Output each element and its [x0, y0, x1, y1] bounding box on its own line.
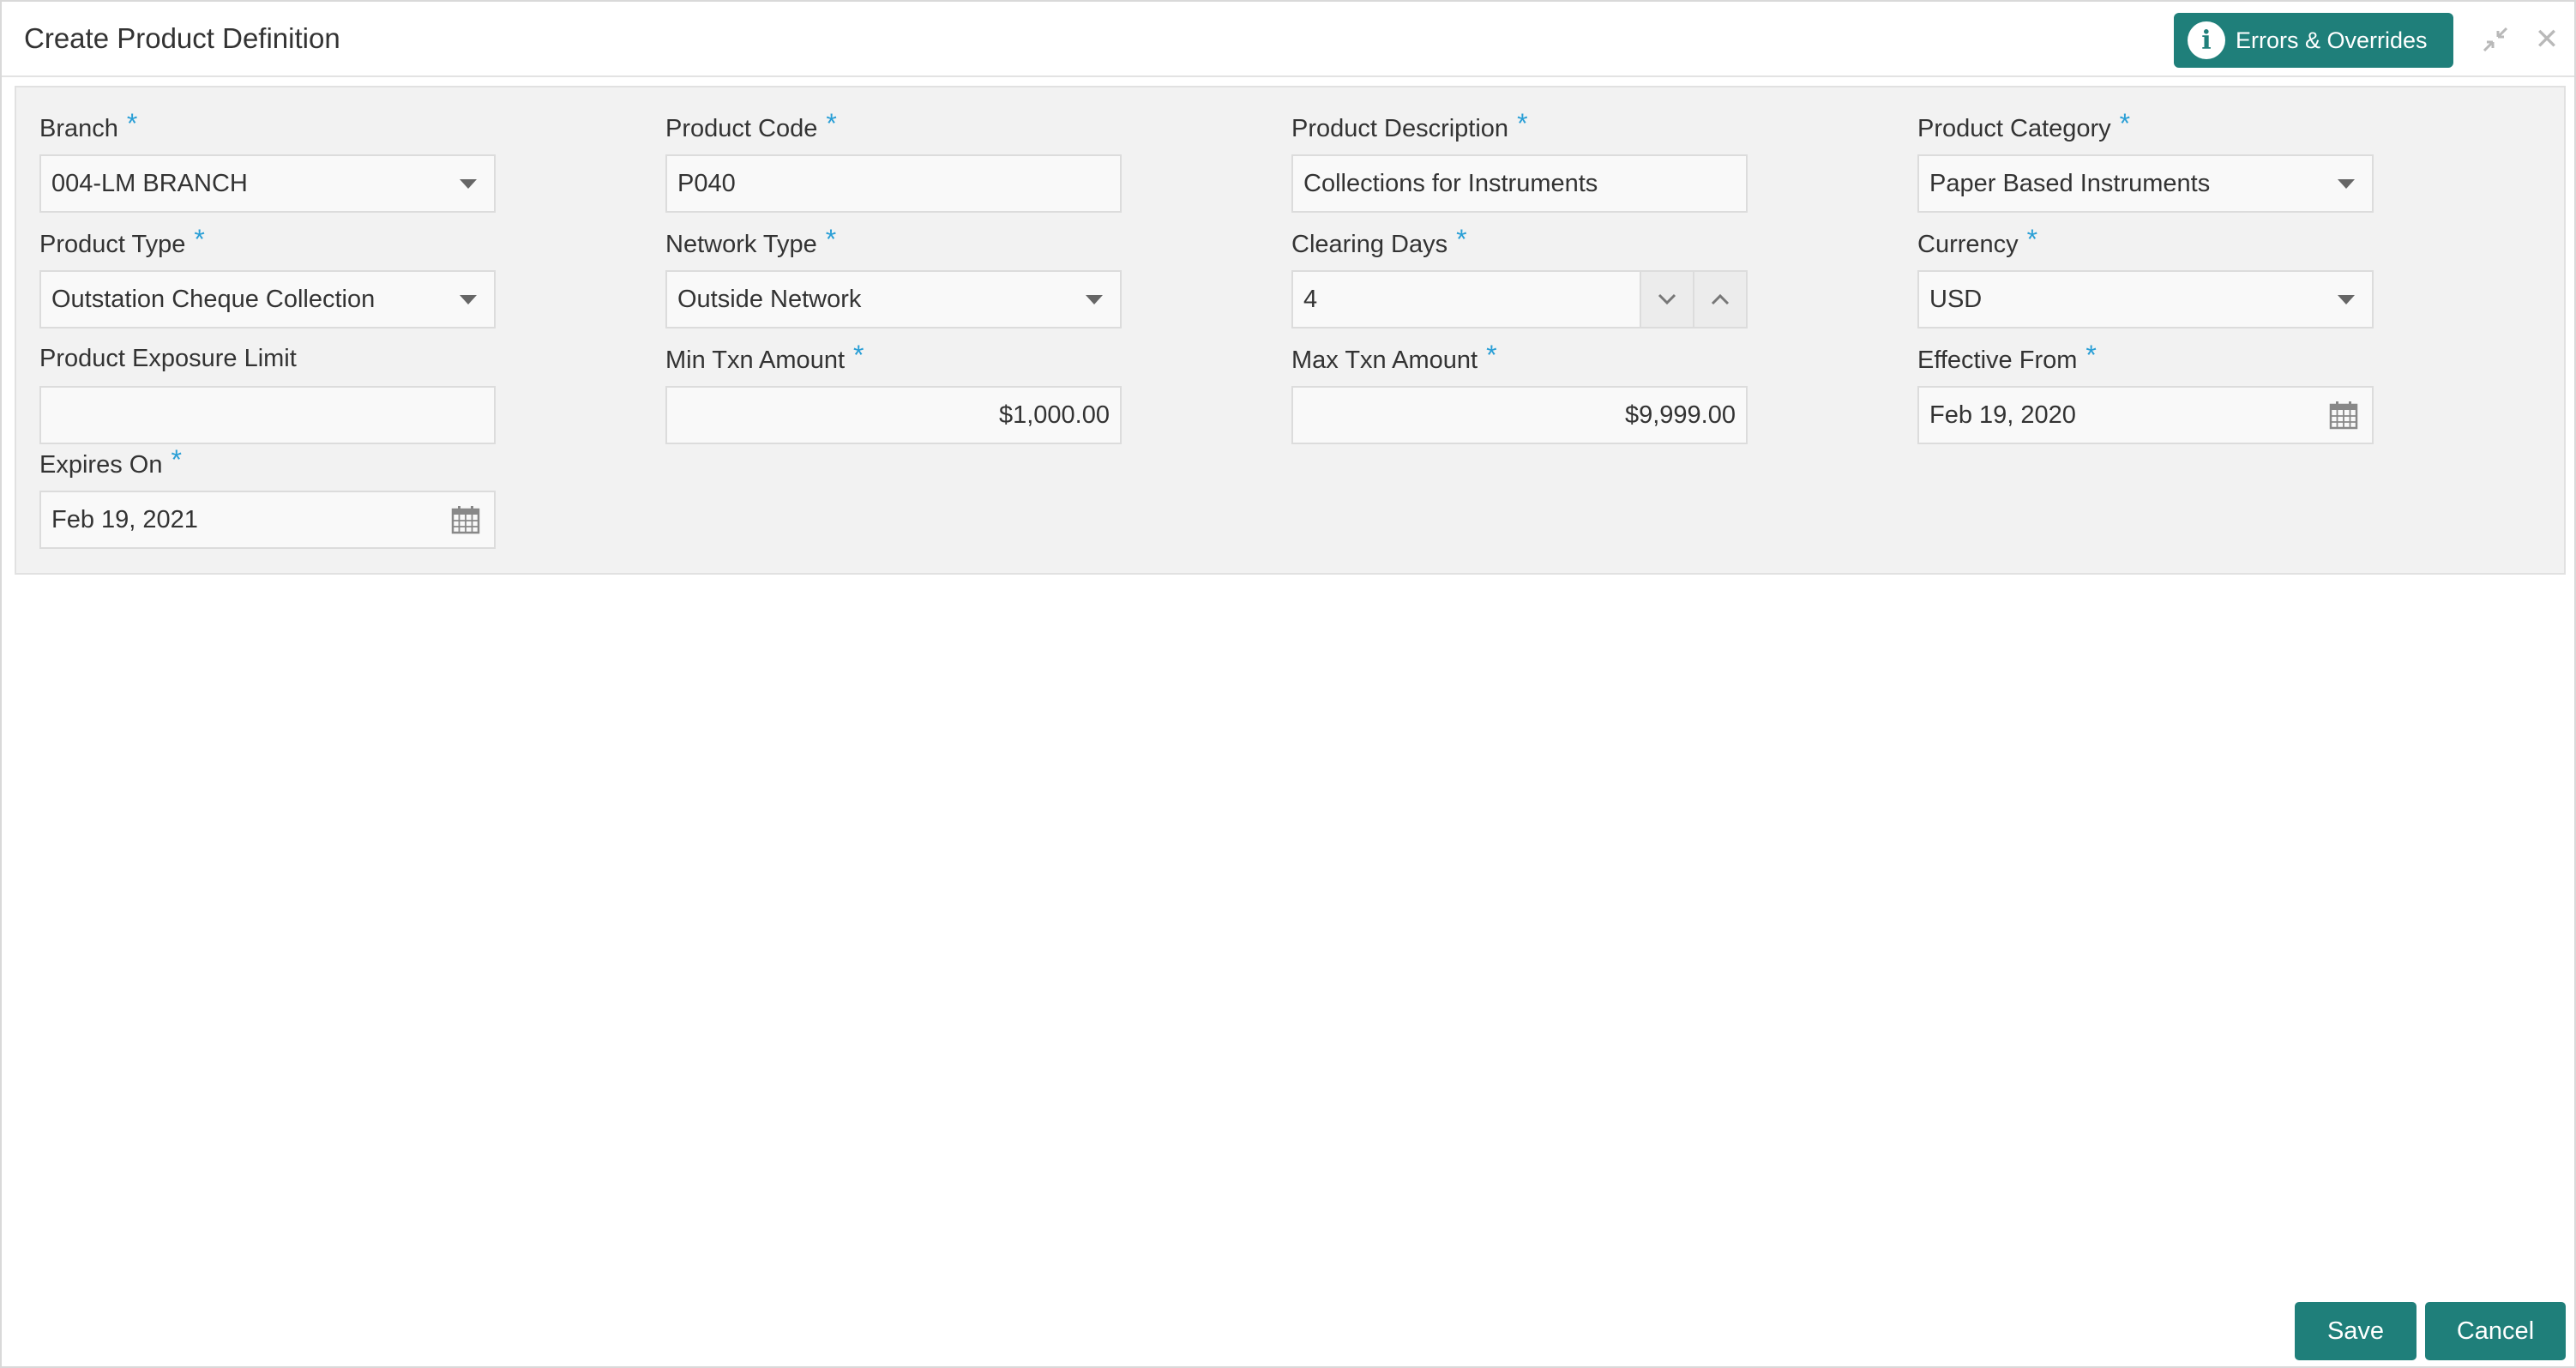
clearing-days-field: Clearing Days * 4	[1291, 224, 1748, 328]
max-txn-amount-value: $9,999.00	[1624, 401, 1736, 429]
product-exposure-limit-input[interactable]	[39, 386, 496, 444]
product-code-value: P040	[677, 169, 736, 197]
product-category-label: Product Category	[1917, 115, 2111, 142]
currency-label: Currency	[1917, 231, 2019, 258]
network-type-field: Network Type * Outside Network	[665, 224, 1122, 328]
save-button[interactable]: Save	[2295, 1302, 2417, 1360]
expires-on-field: Expires On * Feb 19, 2021	[39, 444, 496, 549]
errors-overrides-label: Errors & Overrides	[2236, 27, 2428, 53]
calendar-icon[interactable]	[451, 505, 480, 534]
product-exposure-limit-label: Product Exposure Limit	[39, 345, 297, 372]
product-category-value: Paper Based Instruments	[1929, 169, 2211, 197]
product-description-label: Product Description	[1291, 115, 1509, 142]
effective-from-date-input[interactable]: Feb 19, 2020	[1917, 386, 2374, 444]
required-marker: *	[2085, 340, 2097, 371]
product-category-field: Product Category * Paper Based Instrument…	[1917, 108, 2374, 213]
errors-overrides-button[interactable]: i Errors & Overrides	[2174, 13, 2453, 68]
cancel-button[interactable]: Cancel	[2425, 1302, 2566, 1360]
required-marker: *	[1486, 340, 1497, 371]
required-marker: *	[2119, 108, 2131, 139]
window-header: Create Product Definition i Errors & Ove…	[2, 2, 2574, 77]
branch-field: Branch * 004-LM BRANCH	[39, 108, 496, 213]
min-txn-amount-input[interactable]: $1,000.00	[665, 386, 1122, 444]
product-code-label: Product Code	[665, 115, 818, 142]
product-type-label: Product Type	[39, 231, 186, 258]
max-txn-amount-input[interactable]: $9,999.00	[1291, 386, 1748, 444]
branch-select[interactable]: 004-LM BRANCH	[39, 154, 496, 213]
currency-value: USD	[1929, 285, 1983, 313]
product-type-field: Product Type * Outstation Cheque Collecti…	[39, 224, 496, 328]
branch-label: Branch	[39, 115, 118, 142]
product-code-input[interactable]: P040	[665, 154, 1122, 213]
product-form-panel: Branch * 004-LM BRANCH Product Code * P040…	[15, 86, 2566, 575]
min-txn-amount-value: $1,000.00	[998, 401, 1110, 429]
product-type-select[interactable]: Outstation Cheque Collection	[39, 270, 496, 328]
info-icon: i	[2188, 21, 2225, 59]
min-txn-amount-label: Min Txn Amount	[665, 347, 846, 374]
product-description-input[interactable]: Collections for Instruments	[1291, 154, 1748, 213]
chevron-up-icon[interactable]	[1693, 272, 1746, 327]
currency-field: Currency * USD	[1917, 224, 2374, 328]
network-type-select[interactable]: Outside Network	[665, 270, 1122, 328]
product-type-value: Outstation Cheque Collection	[51, 285, 376, 313]
chevron-down-icon[interactable]	[1640, 272, 1693, 327]
required-marker: *	[825, 224, 837, 255]
branch-value: 004-LM BRANCH	[51, 169, 248, 197]
required-marker: *	[171, 444, 182, 475]
required-marker: *	[126, 108, 138, 139]
currency-select[interactable]: USD	[1917, 270, 2374, 328]
minimize-icon[interactable]	[2478, 22, 2513, 57]
required-marker: *	[853, 340, 864, 371]
network-type-label: Network Type	[665, 231, 817, 258]
required-marker: *	[826, 108, 837, 139]
chevron-down-icon[interactable]	[460, 294, 477, 304]
effective-from-label: Effective From	[1917, 347, 2078, 374]
required-marker: *	[1456, 224, 1467, 255]
chevron-down-icon[interactable]	[460, 178, 477, 189]
effective-from-field: Effective From * Feb 19, 2020	[1917, 340, 2374, 444]
create-product-definition-window: Create Product Definition i Errors & Ove…	[0, 0, 2576, 1368]
product-description-field: Product Description * Collections for Ins…	[1291, 108, 1748, 213]
required-marker: *	[2026, 224, 2038, 255]
effective-from-value: Feb 19, 2020	[1929, 401, 2076, 429]
max-txn-amount-label: Max Txn Amount	[1291, 347, 1478, 374]
min-txn-amount-field: Min Txn Amount * $1,000.00	[665, 340, 1122, 444]
product-description-value: Collections for Instruments	[1303, 169, 1598, 197]
expires-on-value: Feb 19, 2021	[51, 505, 198, 533]
expires-on-label: Expires On	[39, 451, 163, 479]
calendar-icon[interactable]	[2329, 401, 2358, 430]
product-code-field: Product Code * P040	[665, 108, 1122, 213]
product-exposure-limit-field: Product Exposure Limit	[39, 341, 496, 444]
page-title: Create Product Definition	[24, 22, 340, 54]
chevron-down-icon[interactable]	[2338, 294, 2355, 304]
close-icon[interactable]: ✕	[2530, 22, 2564, 57]
chevron-down-icon[interactable]	[2338, 178, 2355, 189]
required-marker: *	[194, 224, 205, 255]
max-txn-amount-field: Max Txn Amount * $9,999.00	[1291, 340, 1748, 444]
required-marker: *	[1517, 108, 1528, 139]
clearing-days-stepper[interactable]: 4	[1291, 270, 1748, 328]
network-type-value: Outside Network	[677, 285, 862, 313]
chevron-down-icon[interactable]	[1086, 294, 1103, 304]
product-category-select[interactable]: Paper Based Instruments	[1917, 154, 2374, 213]
expires-on-date-input[interactable]: Feb 19, 2021	[39, 491, 496, 549]
clearing-days-label: Clearing Days	[1291, 231, 1448, 258]
